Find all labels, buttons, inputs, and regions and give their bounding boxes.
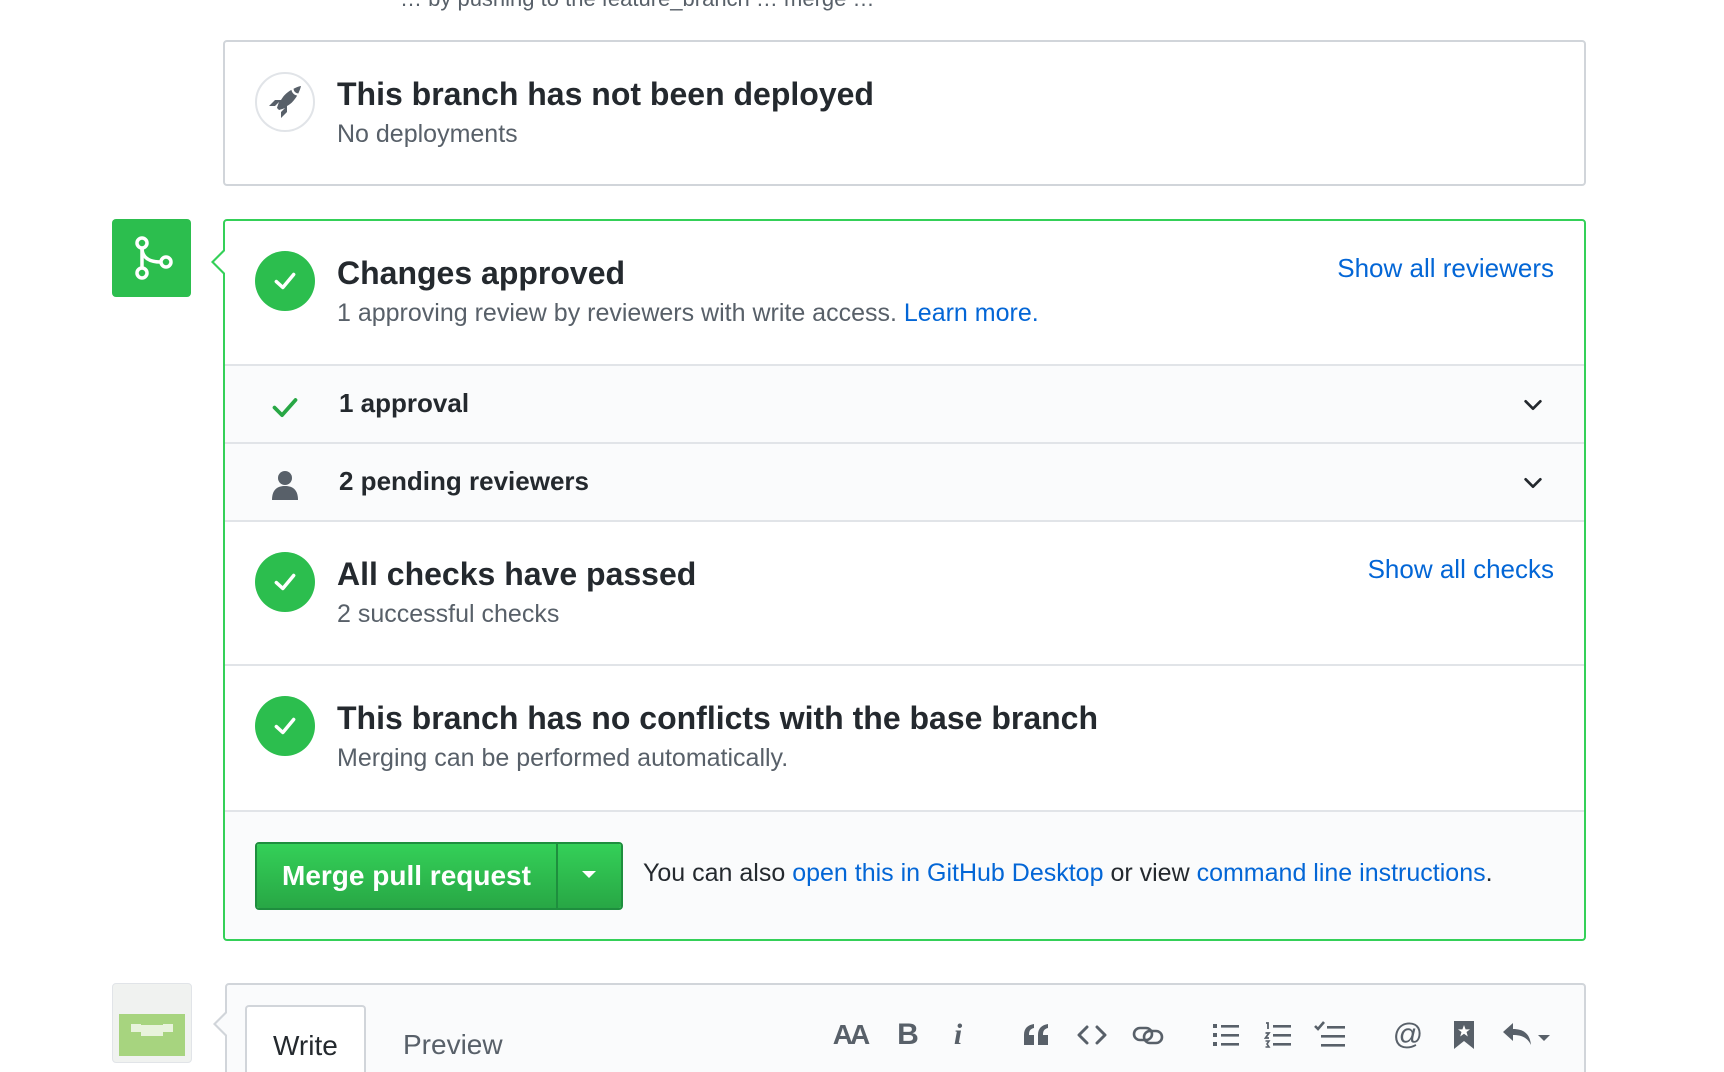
git-merge-icon: [112, 219, 191, 297]
alt-prefix-text: You can also: [643, 859, 786, 887]
header-glyph: AA: [832, 1019, 870, 1050]
link-icon[interactable]: [1126, 1015, 1170, 1055]
conflicts-title: This branch has no conflicts with the ba…: [337, 700, 1099, 736]
review-status-section: Changes approved 1 approving review by r…: [225, 221, 1584, 366]
quote-icon[interactable]: [1014, 1015, 1058, 1055]
show-all-reviewers-link[interactable]: Show all reviewers: [1337, 253, 1554, 284]
pending-reviewers-label: 2 pending reviewers: [339, 466, 589, 496]
checks-title: All checks have passed: [337, 556, 697, 592]
check-circle-icon: [255, 552, 315, 612]
italic-glyph: i: [953, 1018, 963, 1051]
deployment-title: This branch has not been deployed: [337, 76, 874, 112]
tab-preview[interactable]: Preview: [377, 1005, 529, 1072]
caret-down-icon: [580, 867, 598, 885]
check-circle-icon: [255, 251, 315, 311]
mention-glyph: @: [1392, 1018, 1424, 1051]
merge-actions-section: Merge pull request You can also open thi…: [225, 812, 1584, 939]
chevron-down-icon[interactable]: [1520, 392, 1546, 418]
check-circle-icon: [255, 696, 315, 756]
ordered-list-icon[interactable]: [1256, 1015, 1300, 1055]
deployment-subtitle: No deployments: [337, 120, 518, 148]
rocket-icon: [255, 72, 315, 132]
avatar[interactable]: [112, 983, 192, 1063]
alt-mid-text: or view: [1110, 859, 1190, 887]
conflicts-section: This branch has no conflicts with the ba…: [225, 666, 1584, 812]
merge-method-dropdown[interactable]: [555, 844, 621, 908]
comment-composer: Write Preview AA B i @: [213, 983, 1586, 1072]
code-icon[interactable]: [1070, 1015, 1114, 1055]
learn-more-link[interactable]: Learn more.: [904, 299, 1039, 327]
approvals-row[interactable]: 1 approval: [225, 366, 1584, 444]
checks-subtitle: 2 successful checks: [337, 600, 560, 628]
show-all-checks-link[interactable]: Show all checks: [1368, 554, 1554, 585]
reply-icon[interactable]: [1498, 1015, 1554, 1055]
unordered-list-icon[interactable]: [1204, 1015, 1248, 1055]
review-title: Changes approved: [337, 255, 626, 291]
deployment-box: This branch has not been deployed No dep…: [223, 40, 1586, 186]
check-icon: [270, 392, 300, 422]
conflicts-subtitle: Merging can be performed automatically.: [337, 744, 789, 772]
bold-icon[interactable]: B: [886, 1015, 930, 1055]
pending-reviewers-row[interactable]: 2 pending reviewers: [225, 444, 1584, 522]
merge-button-group: Merge pull request: [255, 842, 623, 910]
open-github-desktop-link[interactable]: open this in GitHub Desktop: [792, 859, 1103, 887]
approvals-label: 1 approval: [339, 388, 470, 418]
review-subtitle: 1 approving review by reviewers with wri…: [337, 299, 1039, 328]
tab-write[interactable]: Write: [245, 1005, 366, 1072]
chevron-down-icon[interactable]: [1520, 470, 1546, 496]
saved-reply-icon[interactable]: [1442, 1015, 1486, 1055]
review-subtitle-text: 1 approving review by reviewers with wri…: [337, 299, 897, 327]
alt-suffix-text: .: [1485, 859, 1493, 887]
mention-icon[interactable]: @: [1386, 1015, 1430, 1055]
checks-section: All checks have passed 2 successful chec…: [225, 522, 1584, 666]
merge-alternatives-text: You can also open this in GitHub Desktop…: [643, 859, 1493, 888]
header-icon[interactable]: AA: [828, 1015, 872, 1055]
command-line-instructions-link[interactable]: command line instructions: [1197, 859, 1486, 887]
italic-icon[interactable]: i: [936, 1015, 980, 1055]
markdown-toolbar: AA B i @: [828, 1015, 1554, 1055]
merge-box: Changes approved 1 approving review by r…: [211, 219, 1586, 941]
page-cut-text: … by pushing to the feature_branch … mer…: [400, 0, 874, 12]
merge-pull-request-button[interactable]: Merge pull request: [257, 844, 556, 908]
bold-glyph: B: [897, 1018, 919, 1051]
task-list-icon[interactable]: [1308, 1015, 1352, 1055]
person-icon: [270, 470, 300, 500]
